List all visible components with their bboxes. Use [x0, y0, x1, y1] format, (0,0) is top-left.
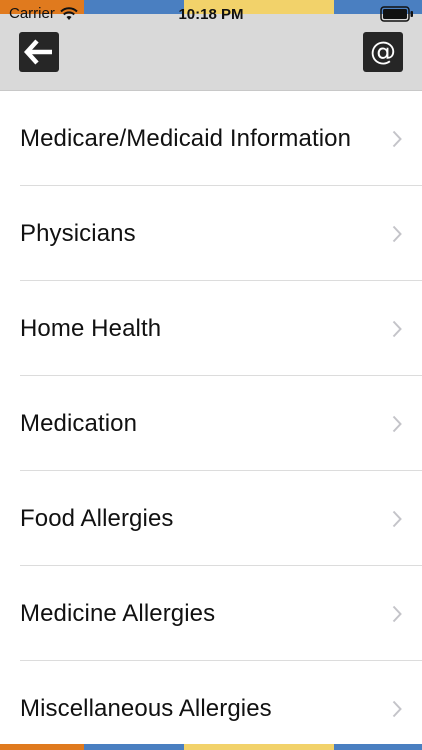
menu-item-medicare-medicaid-information[interactable]: Medicare/Medicaid Information	[0, 91, 422, 186]
bottom-color-stripe	[0, 744, 422, 750]
app-screen: Carrier 10:18 PM @ Medicare/Medicaid Inf…	[0, 0, 422, 750]
status-time: 10:18 PM	[178, 5, 244, 23]
menu-item-label: Medicare/Medicaid Information	[20, 124, 352, 152]
menu-item-label: Medicine Allergies	[20, 599, 216, 627]
email-button[interactable]: @	[363, 32, 403, 72]
carrier-indicator: Carrier	[9, 5, 78, 22]
menu-item-medicine-allergies[interactable]: Medicine Allergies	[0, 566, 422, 661]
chevron-right-icon	[392, 415, 402, 432]
battery-icon	[380, 6, 413, 22]
menu-item-medication[interactable]: Medication	[0, 376, 422, 471]
chevron-right-icon	[392, 700, 402, 717]
at-icon: @	[370, 37, 396, 67]
menu-item-label: Food Allergies	[20, 504, 174, 532]
back-button[interactable]	[19, 32, 59, 72]
chevron-right-icon	[392, 605, 402, 622]
menu-list: Medicare/Medicaid Information Physicians…	[0, 91, 422, 750]
menu-item-label: Miscellaneous Allergies	[20, 694, 272, 722]
status-bar: Carrier 10:18 PM	[0, 0, 422, 26]
menu-item-miscellaneous-allergies[interactable]: Miscellaneous Allergies	[0, 661, 422, 750]
menu-item-label: Physicians	[20, 219, 136, 247]
menu-item-label: Home Health	[20, 314, 162, 342]
menu-item-food-allergies[interactable]: Food Allergies	[0, 471, 422, 566]
arrow-left-icon	[24, 39, 52, 65]
chevron-right-icon	[392, 510, 402, 527]
chevron-right-icon	[392, 130, 402, 147]
menu-item-label: Medication	[20, 409, 138, 437]
menu-item-home-health[interactable]: Home Health	[0, 281, 422, 376]
wifi-icon	[60, 6, 78, 20]
chevron-right-icon	[392, 225, 402, 242]
menu-item-physicians[interactable]: Physicians	[0, 186, 422, 281]
carrier-label: Carrier	[9, 5, 55, 22]
chevron-right-icon	[392, 320, 402, 337]
